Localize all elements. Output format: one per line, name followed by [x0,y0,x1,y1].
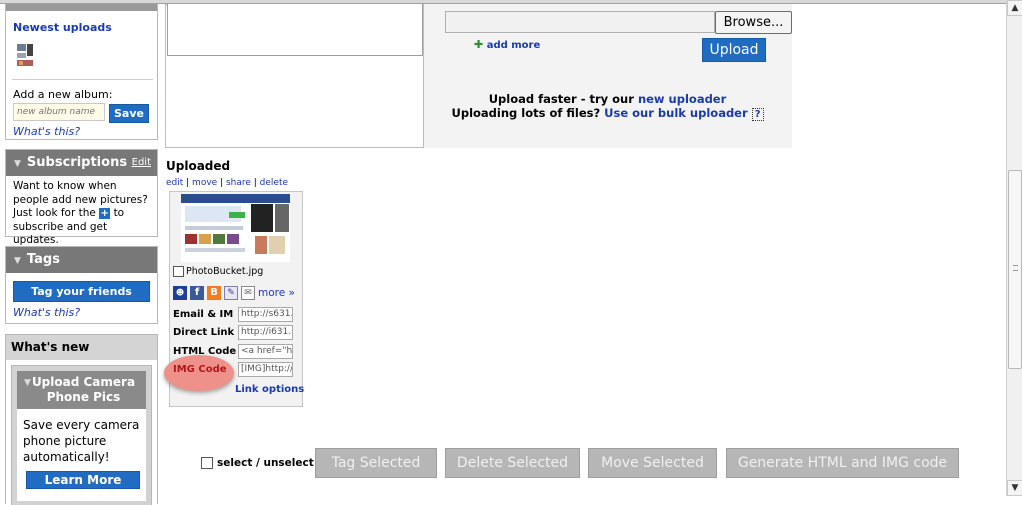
direct-link-label: Direct Link [173,327,235,338]
img-code-label: IMG Code [173,364,227,375]
select-all-checkbox[interactable] [201,457,213,469]
collapse-triangle-icon[interactable]: ▼ [14,159,21,169]
plus-icon: ✚ [474,38,484,51]
delete-link[interactable]: delete [260,178,288,188]
newest-uploads-link[interactable]: Newest uploads [13,21,112,34]
scroll-down-arrow-icon[interactable]: ▼ [1007,480,1022,496]
subscriptions-edit-link[interactable]: Edit [132,150,151,176]
edit-link[interactable]: edit [166,178,183,188]
photobucket-screenshot-thumbnail [181,194,290,254]
whats-new-header: What's new [6,335,157,360]
img-code-field[interactable]: [IMG]http://i6 [238,362,293,377]
browse-button[interactable]: Browse... [715,11,792,34]
subscribe-plus-icon: + [99,208,111,219]
collapse-triangle-icon[interactable]: ▼ [24,376,31,391]
image-thumbnail[interactable] [181,194,290,262]
share-icons: ☻ f B ✎ ✉ more » [173,286,295,300]
uploader-promo-1: Upload faster - try our new uploader [423,92,792,106]
whats-new-box: What's new ▼ Upload Camera Phone Pics Sa… [5,334,158,505]
tags-title: Tags [26,252,60,267]
new-uploader-link[interactable]: new uploader [638,92,726,106]
newest-upload-thumbnail[interactable] [16,43,38,67]
html-code-field[interactable]: <a href="http [238,344,293,359]
bulk-uploader-link[interactable]: Use our bulk uploader [604,106,748,120]
share-link[interactable]: share [226,178,251,188]
albums-box: Newest uploads Add a new album: Save Wha… [5,4,158,140]
uploaded-actions: edit | move | share | delete [166,178,289,188]
divider [12,79,153,80]
move-link[interactable]: move [192,178,217,188]
promo-title: Upload Camera Phone Pics [31,375,136,404]
lots-prefix: Uploading lots of files? [451,106,601,120]
tags-header: ▼ Tags [6,247,157,273]
promo-card: ▼ Upload Camera Phone Pics Save every ca… [11,365,152,505]
scroll-up-arrow-icon[interactable]: ▲ [1007,0,1022,16]
help-icon[interactable]: ? [751,108,764,121]
move-selected-button[interactable]: Move Selected [588,448,717,478]
grip-icon [1013,265,1018,271]
learn-more-button[interactable]: Learn More [26,471,140,489]
subscriptions-text-1: Want to know when people add new picture… [13,180,148,219]
promo-header: ▼ Upload Camera Phone Pics [17,371,146,409]
add-album-label: Add a new album: [13,88,113,101]
tag-friends-button[interactable]: Tag your friends [13,281,150,302]
file-path-field[interactable] [445,11,715,33]
promo-text: Save every camera phone picture automati… [23,418,140,464]
link-options-link[interactable]: Link options [235,384,304,395]
image-checkbox[interactable] [173,266,184,277]
delete-selected-button[interactable]: Delete Selected [445,448,580,478]
subscriptions-title: Subscriptions [26,155,128,170]
direct-link-field[interactable]: http://i631.ph [238,325,293,340]
add-more-link[interactable]: add more [487,40,541,51]
image-filename: PhotoBucket.jpg [186,266,264,277]
uploaded-heading: Uploaded [166,159,231,173]
whats-this-link[interactable]: What's this? [13,125,80,138]
facebook-icon[interactable]: f [190,286,204,300]
whats-new-title: What's new [11,340,90,354]
tags-box: ▼ Tags Tag your friends What's this? [5,246,158,324]
html-code-label: HTML Code [173,346,237,357]
subscriptions-box: ▼ Subscriptions Edit Want to know when pe… [5,149,158,246]
collapse-triangle-icon[interactable]: ▼ [14,256,21,266]
blogger-icon[interactable]: B [207,286,221,300]
promo-body: Save every camera phone picture automati… [17,409,146,501]
upload-button[interactable]: Upload [702,38,766,62]
scrollbar-thumb[interactable] [1008,170,1022,369]
description-textarea[interactable] [167,4,423,56]
album-name-input[interactable] [13,103,105,121]
tag-selected-button[interactable]: Tag Selected [315,448,437,478]
thumbnail-icon [17,44,33,66]
whats-this-link[interactable]: What's this? [13,306,80,319]
vertical-scrollbar[interactable]: ▲ ▼ [1006,0,1022,496]
albums-box-topbar [6,4,157,11]
email-im-label: Email & IM [173,309,234,320]
subscriptions-header: ▼ Subscriptions Edit [6,150,157,176]
save-album-button[interactable]: Save [109,104,149,123]
link-clip-icon[interactable]: ✎ [224,286,238,300]
email-im-field[interactable]: http://s631.ph [238,307,293,322]
subscriptions-text: Want to know when people add new picture… [13,180,153,248]
add-more-link-wrap[interactable]: ✚ add more [474,38,540,51]
more-share-link[interactable]: more » [258,287,295,299]
email-icon[interactable]: ✉ [241,286,255,300]
myspace-icon[interactable]: ☻ [173,286,187,300]
generate-code-button[interactable]: Generate HTML and IMG code [726,448,959,478]
faster-prefix: Upload faster - try our [488,92,634,106]
uploader-promo-2: Uploading lots of files? Use our bulk up… [423,106,792,121]
